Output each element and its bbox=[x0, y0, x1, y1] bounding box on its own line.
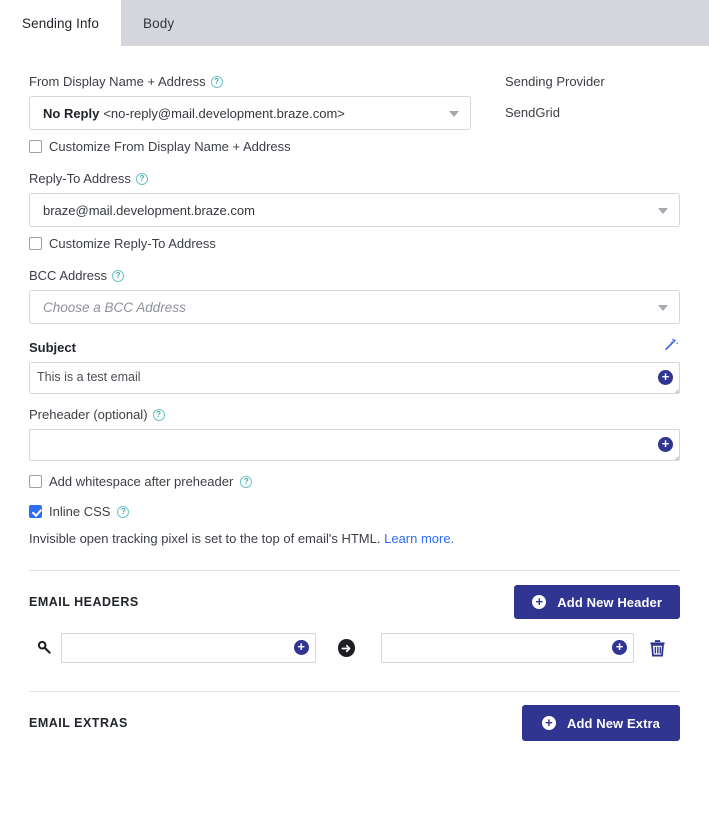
add-new-extra-label: Add New Extra bbox=[566, 715, 660, 731]
tracking-pixel-note: Invisible open tracking pixel is set to … bbox=[29, 531, 680, 546]
subject-header: Subject bbox=[29, 337, 680, 356]
email-extras-section: EMAIL EXTRAS + Add New Extra bbox=[0, 692, 709, 754]
add-new-header-label: Add New Header bbox=[557, 594, 662, 610]
reply-to-help-icon[interactable]: ? bbox=[135, 173, 148, 185]
tab-bar: Sending Info Body bbox=[0, 0, 709, 46]
preheader-label-text: Preheader (optional) bbox=[29, 407, 148, 422]
chevron-down-icon bbox=[658, 208, 668, 214]
preheader-resize-handle[interactable] bbox=[666, 447, 679, 460]
tab-sending-info-label: Sending Info bbox=[22, 15, 100, 31]
from-address-label-text: From Display Name + Address bbox=[29, 74, 206, 89]
bcc-select[interactable]: Choose a BCC Address bbox=[29, 290, 680, 324]
reply-to-select[interactable]: braze@mail.development.braze.com bbox=[29, 193, 680, 227]
header-key-input[interactable]: + bbox=[61, 633, 316, 663]
reply-to-value: braze@mail.development.braze.com bbox=[43, 202, 255, 218]
inline-css-label: Inline CSS bbox=[49, 504, 111, 519]
sending-provider-label-text: Sending Provider bbox=[505, 74, 605, 89]
plus-icon: + bbox=[532, 595, 547, 609]
customize-reply-to-checkbox[interactable] bbox=[29, 237, 42, 250]
reply-to-label-text: Reply-To Address bbox=[29, 171, 131, 186]
add-whitespace-row[interactable]: Add whitespace after preheader ? bbox=[29, 474, 680, 489]
header-value-input[interactable]: + bbox=[381, 633, 634, 663]
from-address-help-icon[interactable]: ? bbox=[210, 76, 223, 88]
email-extras-title: EMAIL EXTRAS bbox=[29, 716, 128, 730]
sending-provider-column: Sending Provider SendGrid bbox=[479, 74, 680, 154]
sending-info-form: From Display Name + Address ? No Reply <… bbox=[0, 46, 709, 571]
customize-from-row[interactable]: Customize From Display Name + Address bbox=[29, 139, 479, 154]
from-address-value: <no-reply@mail.development.braze.com> bbox=[103, 105, 345, 121]
preheader-input[interactable]: + bbox=[29, 429, 680, 461]
add-whitespace-checkbox[interactable] bbox=[29, 475, 42, 488]
email-headers-header: EMAIL HEADERS + Add New Header bbox=[29, 571, 680, 633]
tab-body-label: Body bbox=[143, 15, 175, 31]
customize-reply-to-row[interactable]: Customize Reply-To Address bbox=[29, 236, 680, 251]
top-row: From Display Name + Address ? No Reply <… bbox=[29, 46, 680, 154]
chevron-down-icon bbox=[449, 111, 459, 117]
header-value-add-personalization-icon[interactable]: + bbox=[612, 640, 627, 655]
inline-css-row[interactable]: Inline CSS ? bbox=[29, 504, 680, 519]
from-address-label: From Display Name + Address ? bbox=[29, 74, 479, 90]
header-key-add-personalization-icon[interactable]: + bbox=[293, 640, 309, 655]
reply-to-label: Reply-To Address ? bbox=[29, 171, 680, 187]
bcc-label: BCC Address ? bbox=[29, 268, 680, 284]
bcc-help-icon[interactable]: ? bbox=[112, 270, 125, 282]
from-column: From Display Name + Address ? No Reply <… bbox=[29, 74, 479, 154]
tab-sending-info[interactable]: Sending Info bbox=[0, 0, 122, 46]
bcc-placeholder: Choose a BCC Address bbox=[43, 299, 186, 315]
sending-provider-value: SendGrid bbox=[505, 105, 560, 120]
email-headers-section: EMAIL HEADERS + Add New Header + + bbox=[0, 571, 709, 692]
inline-css-checkbox[interactable] bbox=[29, 505, 42, 518]
bcc-label-text: BCC Address bbox=[29, 268, 108, 283]
tab-body[interactable]: Body bbox=[121, 0, 196, 46]
email-headers-title: EMAIL HEADERS bbox=[29, 595, 139, 609]
subject-value: This is a test email bbox=[37, 370, 141, 384]
from-address-select[interactable]: No Reply <no-reply@mail.development.braz… bbox=[29, 96, 471, 130]
preheader-help-icon[interactable]: ? bbox=[152, 409, 165, 421]
tracking-pixel-note-text: Invisible open tracking pixel is set to … bbox=[29, 531, 381, 546]
header-row: + + bbox=[29, 633, 680, 669]
customize-from-checkbox[interactable] bbox=[29, 140, 42, 153]
inline-css-help-icon[interactable]: ? bbox=[117, 505, 130, 518]
add-new-extra-button[interactable]: + Add New Extra bbox=[521, 705, 680, 741]
add-new-header-button[interactable]: + Add New Header bbox=[514, 585, 680, 619]
magic-wand-icon[interactable] bbox=[664, 338, 680, 357]
delete-header-icon[interactable] bbox=[634, 639, 680, 657]
key-icon bbox=[29, 640, 61, 656]
chevron-down-icon bbox=[658, 305, 668, 311]
arrow-right-icon bbox=[337, 639, 356, 657]
learn-more-link[interactable]: Learn more. bbox=[384, 531, 454, 546]
add-whitespace-help-icon[interactable]: ? bbox=[240, 475, 253, 488]
add-whitespace-label: Add whitespace after preheader bbox=[49, 474, 234, 489]
customize-from-label: Customize From Display Name + Address bbox=[49, 139, 291, 154]
plus-icon: + bbox=[541, 716, 556, 730]
from-display-name: No Reply bbox=[43, 105, 100, 121]
subject-label: Subject bbox=[29, 340, 76, 355]
preheader-label: Preheader (optional) ? bbox=[29, 407, 680, 423]
customize-reply-to-label: Customize Reply-To Address bbox=[49, 236, 216, 251]
sending-provider-label: Sending Provider bbox=[505, 74, 680, 90]
subject-input[interactable]: This is a test email + bbox=[29, 362, 680, 394]
subject-resize-handle[interactable] bbox=[666, 380, 679, 393]
email-extras-header: EMAIL EXTRAS + Add New Extra bbox=[29, 692, 680, 754]
